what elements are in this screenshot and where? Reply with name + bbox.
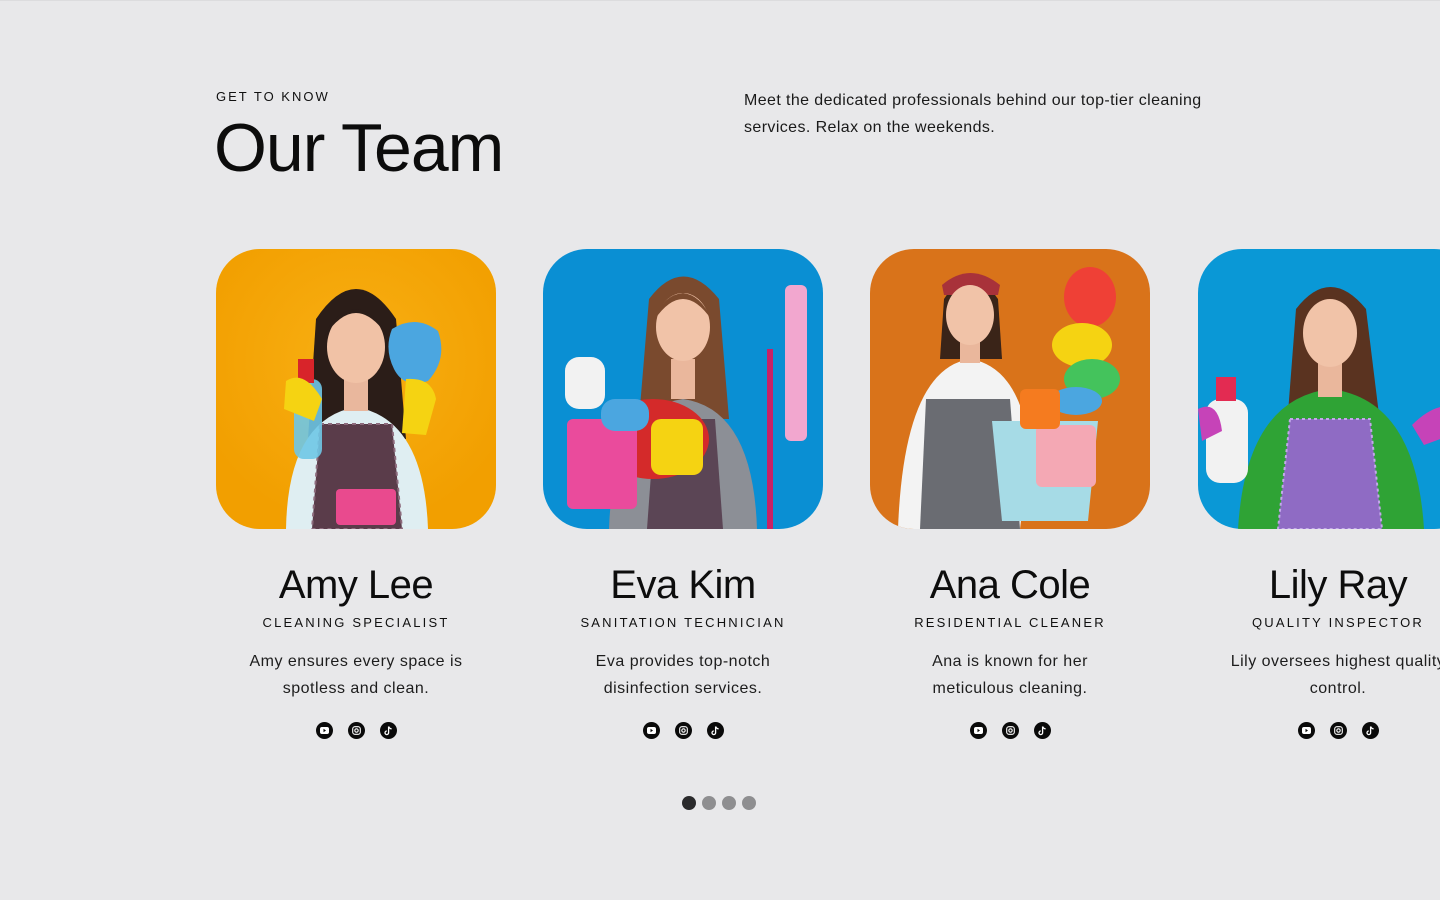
team-card: Eva Kim SANITATION TECHNICIAN Eva provid… bbox=[543, 249, 823, 739]
person-illustration bbox=[1198, 249, 1440, 529]
team-photo bbox=[543, 249, 823, 529]
instagram-icon[interactable] bbox=[347, 722, 365, 739]
team-member-name: Eva Kim bbox=[610, 563, 756, 607]
team-photo bbox=[216, 249, 496, 529]
team-member-bio: Ana is known for her meticulous cleaning… bbox=[932, 653, 1088, 697]
instagram-icon[interactable] bbox=[1329, 722, 1347, 739]
team-carousel[interactable]: Amy Lee CLEANING SPECIALIST Amy ensures … bbox=[216, 249, 1440, 769]
youtube-icon[interactable] bbox=[969, 722, 987, 739]
team-member-role: QUALITY INSPECTOR bbox=[1251, 615, 1424, 630]
team-member-bio: Lily oversees highest quality control. bbox=[1230, 653, 1440, 697]
team-photo bbox=[870, 249, 1150, 529]
social-links bbox=[543, 722, 823, 739]
social-links bbox=[870, 722, 1150, 739]
person-illustration bbox=[216, 249, 496, 529]
instagram-icon[interactable] bbox=[1001, 722, 1019, 739]
team-card: Lily Ray QUALITY INSPECTOR Lily oversees… bbox=[1198, 249, 1440, 739]
team-member-name: Amy Lee bbox=[278, 563, 434, 607]
pagination-dot-4[interactable] bbox=[742, 796, 756, 810]
pagination-dot-1[interactable] bbox=[682, 796, 696, 810]
social-links bbox=[216, 722, 496, 739]
team-card: Amy Lee CLEANING SPECIALIST Amy ensures … bbox=[216, 249, 496, 739]
youtube-icon[interactable] bbox=[315, 722, 333, 739]
team-member-name: Ana Cole bbox=[929, 563, 1091, 607]
team-member-role: SANITATION TECHNICIAN bbox=[580, 615, 786, 630]
section-intro: Meet the dedicated professionals behind … bbox=[744, 92, 1202, 136]
team-member-bio: Amy ensures every space is spotless and … bbox=[249, 653, 463, 697]
team-member-role: CLEANING SPECIALIST bbox=[262, 615, 450, 630]
team-photo bbox=[1198, 249, 1440, 529]
section-eyebrow: GET TO KNOW bbox=[216, 89, 330, 104]
person-illustration bbox=[543, 249, 823, 529]
pagination-dot-3[interactable] bbox=[722, 796, 736, 810]
instagram-icon[interactable] bbox=[674, 722, 692, 739]
tiktok-icon[interactable] bbox=[1361, 722, 1379, 739]
person-illustration bbox=[870, 249, 1150, 529]
team-card: Ana Cole RESIDENTIAL CLEANER Ana is know… bbox=[870, 249, 1150, 739]
team-section: GET TO KNOW Our Team Meet the dedicated … bbox=[0, 0, 1440, 900]
youtube-icon[interactable] bbox=[642, 722, 660, 739]
section-title: Our Team bbox=[214, 110, 504, 186]
carousel-pagination bbox=[682, 796, 756, 810]
tiktok-icon[interactable] bbox=[706, 722, 724, 739]
team-member-name: Lily Ray bbox=[1268, 563, 1408, 607]
pagination-dot-2[interactable] bbox=[702, 796, 716, 810]
team-member-role: RESIDENTIAL CLEANER bbox=[914, 615, 1106, 630]
tiktok-icon[interactable] bbox=[1033, 722, 1051, 739]
team-member-bio: Eva provides top-notch disinfection serv… bbox=[595, 653, 771, 697]
youtube-icon[interactable] bbox=[1297, 722, 1315, 739]
tiktok-icon[interactable] bbox=[379, 722, 397, 739]
social-links bbox=[1198, 722, 1440, 739]
